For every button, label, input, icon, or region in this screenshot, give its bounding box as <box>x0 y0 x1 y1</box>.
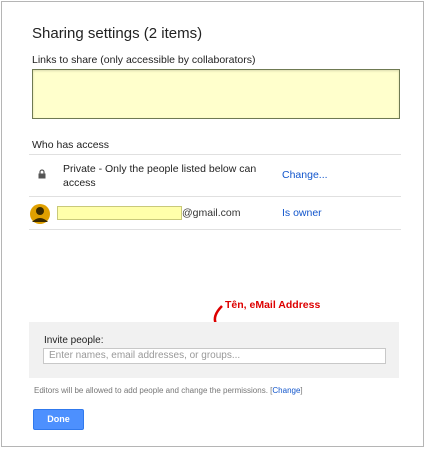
change-visibility-link[interactable]: Change... <box>282 169 328 181</box>
annotation-label: Tên, eMail Address <box>225 299 321 311</box>
who-has-access-label: Who has access <box>32 139 110 151</box>
editors-note-bracket-close: ] <box>300 386 303 395</box>
lock-icon <box>38 169 46 179</box>
access-row-owner: @gmail.com Is owner <box>29 196 401 230</box>
owner-email-domain: @gmail.com <box>182 207 241 219</box>
invite-people-input[interactable]: Enter names, email addresses, or groups.… <box>43 348 386 364</box>
privacy-description: Private - Only the people listed below c… <box>63 163 257 189</box>
editors-change-link[interactable]: Change <box>272 386 300 395</box>
invite-panel: Invite people: Enter names, email addres… <box>29 322 399 378</box>
access-row-private: Private - Only the people listed below c… <box>29 154 401 196</box>
dialog-title: Sharing settings (2 items) <box>32 25 203 42</box>
owner-name <box>57 206 182 220</box>
links-to-share-label: Links to share (only accessible by colla… <box>32 54 256 66</box>
links-to-share-box[interactable] <box>32 69 400 119</box>
done-button[interactable]: Done <box>33 409 84 430</box>
sharing-settings-dialog: Sharing settings (2 items) Links to shar… <box>1 1 424 447</box>
editors-permission-note: Editors will be allowed to add people an… <box>34 386 303 395</box>
owner-role[interactable]: Is owner <box>282 207 322 219</box>
user-avatar-icon <box>30 204 50 224</box>
editors-note-text: Editors will be allowed to add people an… <box>34 386 268 395</box>
invite-people-label: Invite people: <box>44 335 104 346</box>
